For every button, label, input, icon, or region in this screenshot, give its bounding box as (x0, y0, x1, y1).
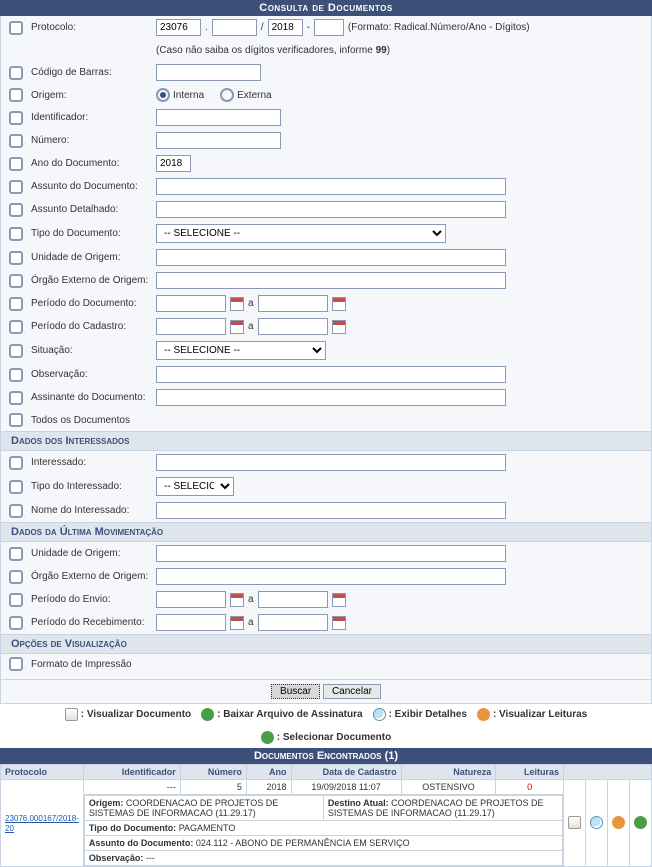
checkbox-numero[interactable] (9, 134, 23, 148)
input-numero-proto[interactable] (212, 19, 257, 36)
input-digitos[interactable] (314, 19, 344, 36)
col-identificador: Identificador (83, 765, 180, 780)
input-envio-fim[interactable] (258, 591, 328, 608)
input-observacao[interactable] (156, 366, 506, 383)
calendar-icon[interactable] (230, 593, 244, 607)
table-row: 23076.000167/2018-20 --- 5 2018 19/09/20… (1, 780, 652, 795)
calendar-icon[interactable] (332, 320, 346, 334)
input-assunto-doc[interactable] (156, 178, 506, 195)
col-ano: Ano (246, 765, 291, 780)
input-identificador[interactable] (156, 109, 281, 126)
input-ano-proto[interactable] (268, 19, 303, 36)
checkbox-assunto-doc[interactable] (9, 180, 23, 194)
action-details-icon[interactable] (590, 816, 603, 829)
calendar-icon[interactable] (332, 297, 346, 311)
input-mov-unidade[interactable] (156, 545, 506, 562)
input-unidade-origem[interactable] (156, 249, 506, 266)
col-numero: Número (180, 765, 246, 780)
label-protocolo: Protocolo: (31, 22, 156, 33)
calendar-icon[interactable] (332, 616, 346, 630)
checkbox-identificador[interactable] (9, 111, 23, 125)
input-receb-fim[interactable] (258, 614, 328, 631)
checkbox-formato-impressao[interactable] (9, 657, 23, 671)
input-periodo-doc-ini[interactable] (156, 295, 226, 312)
checkbox-todos[interactable] (9, 413, 23, 427)
checkbox-tipo-doc[interactable] (9, 227, 23, 241)
action-readings-icon[interactable] (612, 816, 625, 829)
calendar-icon[interactable] (332, 593, 346, 607)
checkbox-situacao[interactable] (9, 344, 23, 358)
checkbox-periodo-doc[interactable] (9, 297, 23, 311)
label-origem: Origem: (31, 90, 156, 101)
action-view-doc-icon[interactable] (568, 816, 581, 829)
select-icon (261, 731, 274, 744)
checkbox-tipo-interessado[interactable] (9, 480, 23, 494)
calendar-icon[interactable] (230, 320, 244, 334)
checkbox-unidade-origem[interactable] (9, 251, 23, 265)
subsection-movimentacao: Dados da Última Movimentação (1, 522, 651, 542)
checkbox-nome-interessado[interactable] (9, 504, 23, 518)
protocolo-link[interactable]: 23076.000167/2018-20 (5, 814, 79, 833)
input-mov-orgao[interactable] (156, 568, 506, 585)
col-protocolo: Protocolo (1, 765, 84, 780)
input-numero[interactable] (156, 132, 281, 149)
zoom-icon (373, 708, 386, 721)
checkbox-periodo-receb[interactable] (9, 616, 23, 630)
col-natureza: Natureza (401, 765, 496, 780)
download-icon (201, 708, 214, 721)
label-codigo-barras: Código de Barras: (31, 67, 156, 78)
subsection-visualizacao: Opções de Visualização (1, 634, 651, 654)
checkbox-assunto-det[interactable] (9, 203, 23, 217)
checkbox-mov-orgao[interactable] (9, 570, 23, 584)
results-header: Documentos Encontrados (1) (0, 748, 652, 764)
checkbox-periodo-cad[interactable] (9, 320, 23, 334)
checkbox-assinante[interactable] (9, 391, 23, 405)
checkbox-observacao[interactable] (9, 368, 23, 382)
checkbox-ano-doc[interactable] (9, 157, 23, 171)
input-assinante[interactable] (156, 389, 506, 406)
buscar-button[interactable]: Buscar (271, 684, 320, 699)
checkbox-orgao-externo[interactable] (9, 274, 23, 288)
document-icon (65, 708, 78, 721)
input-envio-ini[interactable] (156, 591, 226, 608)
checkbox-codigo-barras[interactable] (9, 66, 23, 80)
checkbox-protocolo[interactable] (9, 21, 23, 35)
section-header-consulta: Consulta de Documentos (0, 0, 652, 16)
radio-externa[interactable] (220, 88, 234, 102)
input-periodo-cad-fim[interactable] (258, 318, 328, 335)
checkbox-periodo-envio[interactable] (9, 593, 23, 607)
input-radical[interactable] (156, 19, 201, 36)
cancelar-button[interactable]: Cancelar (323, 684, 381, 699)
col-data: Data de Cadastro (291, 765, 401, 780)
select-situacao[interactable]: -- SELECIONE -- (156, 341, 326, 360)
checkbox-origem[interactable] (9, 88, 23, 102)
input-codigo-barras[interactable] (156, 64, 261, 81)
input-orgao-externo[interactable] (156, 272, 506, 289)
input-periodo-cad-ini[interactable] (156, 318, 226, 335)
input-assunto-det[interactable] (156, 201, 506, 218)
input-ano-doc[interactable] (156, 155, 191, 172)
select-tipo-doc[interactable]: -- SELECIONE -- (156, 224, 446, 243)
input-periodo-doc-fim[interactable] (258, 295, 328, 312)
user-icon (477, 708, 490, 721)
action-select-icon[interactable] (634, 816, 647, 829)
calendar-icon[interactable] (230, 297, 244, 311)
input-interessado[interactable] (156, 454, 506, 471)
checkbox-mov-unidade[interactable] (9, 547, 23, 561)
input-receb-ini[interactable] (156, 614, 226, 631)
checkbox-interessado[interactable] (9, 456, 23, 470)
col-leituras: Leituras (496, 765, 564, 780)
calendar-icon[interactable] (230, 616, 244, 630)
radio-interna[interactable] (156, 88, 170, 102)
select-tipo-interessado[interactable]: -- SELECIONE -- (156, 477, 234, 496)
input-nome-interessado[interactable] (156, 502, 506, 519)
subsection-interessados: Dados dos Interessados (1, 431, 651, 451)
hint-formato: (Formato: Radical.Número/Ano - Dígitos) (348, 22, 530, 33)
